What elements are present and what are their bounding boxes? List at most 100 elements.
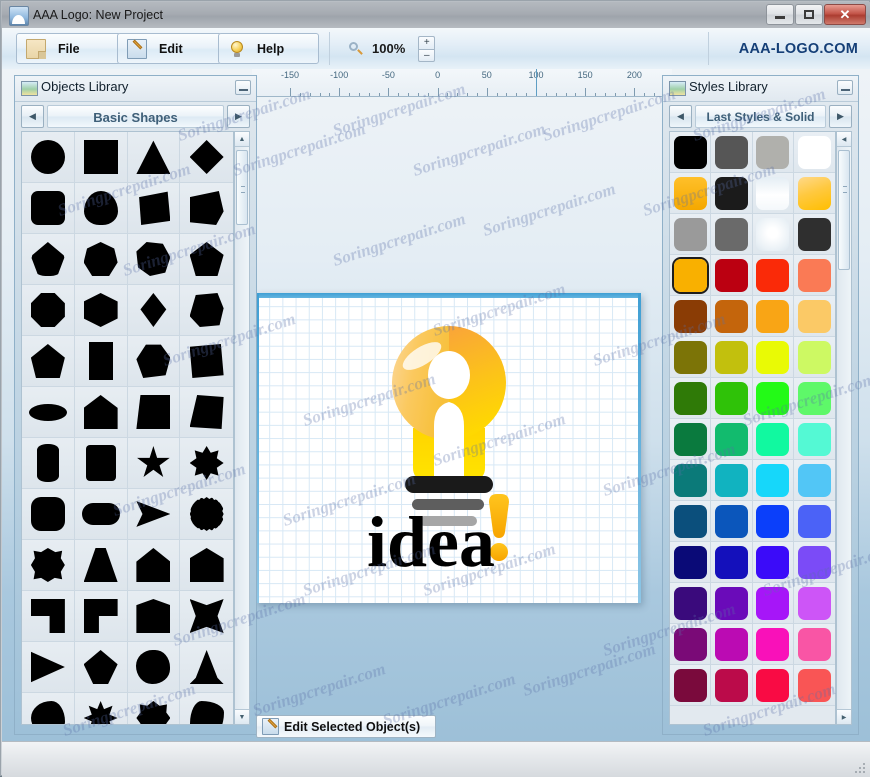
shape-item-cone[interactable] [180, 642, 233, 693]
shape-item-octagon[interactable] [22, 285, 75, 336]
shape-item-rounded-diamond[interactable] [74, 642, 128, 693]
shape-item-teardrop[interactable] [22, 234, 75, 285]
style-swatch-mid-gray[interactable] [711, 214, 753, 255]
style-swatch-sky[interactable] [793, 460, 835, 501]
shape-item-heptagon-rotated[interactable] [127, 234, 181, 285]
style-swatch-burnt-orange[interactable] [711, 296, 753, 337]
shape-item-rectangle-tall[interactable] [74, 336, 128, 387]
shape-item-egg[interactable] [74, 183, 128, 234]
styles-library-scrollbar[interactable]: ◀ ▶ [836, 131, 852, 725]
brand-link[interactable]: AAA-LOGO.COM [739, 41, 858, 57]
shape-item-house[interactable] [127, 540, 181, 591]
styles-category-label[interactable]: Last Styles & Solid [695, 105, 826, 128]
shapes-grid-container[interactable] [21, 131, 234, 725]
style-swatch-dark-red[interactable] [711, 255, 753, 296]
style-swatch-bright-purple[interactable] [752, 583, 794, 624]
scrollbar-thumb[interactable] [838, 150, 850, 270]
shape-item-square-round[interactable] [22, 489, 75, 540]
style-swatch-light-green[interactable] [793, 378, 835, 419]
style-swatch-cyan[interactable] [752, 460, 794, 501]
shape-item-parallelogram-cut[interactable] [180, 183, 233, 234]
style-swatch-light-gray[interactable] [752, 132, 794, 173]
styles-next-category-button[interactable]: ▶ [829, 105, 852, 128]
shape-item-flower-8[interactable] [180, 693, 233, 724]
shape-item-l-shape[interactable] [22, 591, 75, 642]
shape-item-square[interactable] [74, 132, 128, 183]
style-swatch-magenta[interactable] [711, 624, 753, 665]
shape-item-rectangle-rounded[interactable] [74, 438, 128, 489]
edit-button[interactable]: Edit [117, 33, 222, 64]
shape-item-rhombus[interactable] [127, 285, 181, 336]
close-button[interactable]: ✕ [824, 4, 866, 25]
style-swatch-red[interactable] [752, 255, 794, 296]
style-swatch-orange-yellow[interactable] [670, 255, 712, 296]
shape-item-star-5[interactable] [127, 438, 181, 489]
scroll-down-icon[interactable]: ▼ [235, 709, 249, 724]
style-swatch-crimson[interactable] [711, 665, 753, 706]
shape-item-house-wide[interactable] [180, 540, 233, 591]
style-swatch-white[interactable] [793, 132, 835, 173]
style-swatch-dark-magenta[interactable] [670, 624, 712, 665]
style-swatch-rose-red[interactable] [752, 665, 794, 706]
help-button[interactable]: Help [218, 33, 319, 64]
shape-item-pill[interactable] [74, 489, 128, 540]
style-swatch-white-radial[interactable] [752, 214, 794, 255]
objects-prev-category-button[interactable]: ◀ [21, 105, 44, 128]
style-swatch-emerald[interactable] [711, 419, 753, 460]
style-swatch-orange[interactable] [752, 296, 794, 337]
horizontal-ruler[interactable]: -150-100-50050100150200 [252, 69, 672, 97]
shape-item-cube-front[interactable] [127, 183, 181, 234]
style-swatch-maroon[interactable] [670, 665, 712, 706]
minimize-button[interactable] [766, 4, 794, 25]
style-swatch-olive[interactable] [670, 337, 712, 378]
shape-item-trapezoid-round[interactable] [74, 540, 128, 591]
style-swatch-amber-gradient[interactable] [670, 173, 712, 214]
style-swatch-purple[interactable] [711, 583, 753, 624]
scroll-up-icon[interactable]: ◀ [837, 132, 851, 147]
style-swatch-teal[interactable] [711, 460, 753, 501]
resize-grip-icon[interactable] [853, 761, 867, 775]
scrollbar-thumb[interactable] [236, 150, 248, 225]
zoom-decrease-button[interactable]: – [418, 48, 436, 62]
style-swatch-light-yellow[interactable] [793, 337, 835, 378]
shape-item-heptagon-wide[interactable] [180, 285, 233, 336]
logo-object[interactable]: idea [256, 293, 641, 603]
style-swatch-orchid[interactable] [793, 583, 835, 624]
shape-item-square-cut[interactable] [180, 336, 233, 387]
shape-item-home-plate[interactable] [74, 387, 128, 438]
shape-item-circle[interactable] [22, 132, 75, 183]
style-swatch-violet-blue[interactable] [752, 542, 794, 583]
style-swatch-charcoal[interactable] [793, 214, 835, 255]
style-swatch-coral-red[interactable] [793, 665, 835, 706]
shape-item-concave-square[interactable] [180, 591, 233, 642]
zoom-control[interactable]: 100% + – [342, 33, 442, 64]
shape-item-gear-circle[interactable] [180, 489, 233, 540]
style-swatch-dark-gray[interactable] [711, 132, 753, 173]
objects-category-label[interactable]: Basic Shapes [47, 105, 224, 128]
file-button[interactable]: File [16, 33, 121, 64]
style-swatch-hot-pink[interactable] [793, 624, 835, 665]
objects-library-minimize-button[interactable] [235, 80, 251, 95]
canvas-scroll-area[interactable]: idea [252, 96, 672, 741]
scroll-up-icon[interactable]: ▲ [235, 132, 249, 147]
style-swatch-bright-green[interactable] [752, 378, 794, 419]
style-swatch-brown[interactable] [670, 296, 712, 337]
shape-item-triangle[interactable] [127, 132, 181, 183]
shape-item-ellipse[interactable] [22, 387, 75, 438]
shape-item-l-shape-flipped[interactable] [74, 591, 128, 642]
shape-item-hexagon-round[interactable] [127, 336, 181, 387]
style-swatch-teal-dark[interactable] [670, 460, 712, 501]
styles-library-minimize-button[interactable] [837, 80, 853, 95]
style-swatch-blue[interactable] [711, 501, 753, 542]
style-swatch-green[interactable] [711, 378, 753, 419]
style-swatch-dark-blue[interactable] [711, 542, 753, 583]
edit-selected-objects-button[interactable]: Edit Selected Object(s) [256, 715, 436, 738]
shape-item-pentagon[interactable] [180, 234, 233, 285]
style-swatch-white-gradient[interactable] [752, 173, 794, 214]
shape-item-pentagon-tall[interactable] [22, 336, 75, 387]
style-swatch-spring-green[interactable] [752, 419, 794, 460]
shape-item-arch[interactable] [127, 591, 181, 642]
style-swatch-bright-blue[interactable] [752, 501, 794, 542]
style-swatch-dark-green[interactable] [670, 378, 712, 419]
style-swatch-cornflower[interactable] [793, 501, 835, 542]
